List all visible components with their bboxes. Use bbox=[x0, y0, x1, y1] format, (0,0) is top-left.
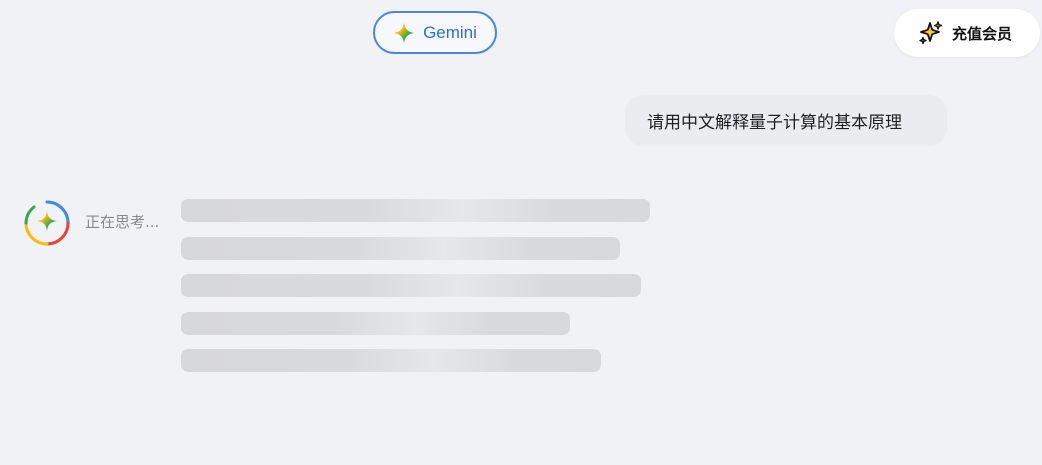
model-selector-label: Gemini bbox=[423, 22, 477, 42]
gemini-sparkle-icon bbox=[24, 200, 70, 246]
model-selector-button[interactable]: Gemini bbox=[373, 11, 497, 54]
upgrade-membership-button[interactable]: 充值会员 bbox=[894, 9, 1040, 57]
thinking-status: 正在思考... bbox=[85, 213, 160, 231]
upgrade-membership-label: 充值会员 bbox=[952, 24, 1013, 43]
user-message-bubble: 请用中文解释量子计算的基本原理 bbox=[625, 95, 947, 146]
skeleton-line bbox=[181, 349, 601, 372]
skeleton-line bbox=[181, 312, 570, 335]
skeleton-line bbox=[181, 237, 620, 260]
user-message-text: 请用中文解释量子计算的基本原理 bbox=[647, 113, 902, 133]
skeleton-line bbox=[181, 274, 641, 297]
skeleton-line bbox=[181, 199, 650, 222]
gemini-sparkle-icon bbox=[393, 22, 415, 43]
assistant-avatar bbox=[24, 200, 70, 246]
sparkles-icon bbox=[919, 21, 943, 45]
